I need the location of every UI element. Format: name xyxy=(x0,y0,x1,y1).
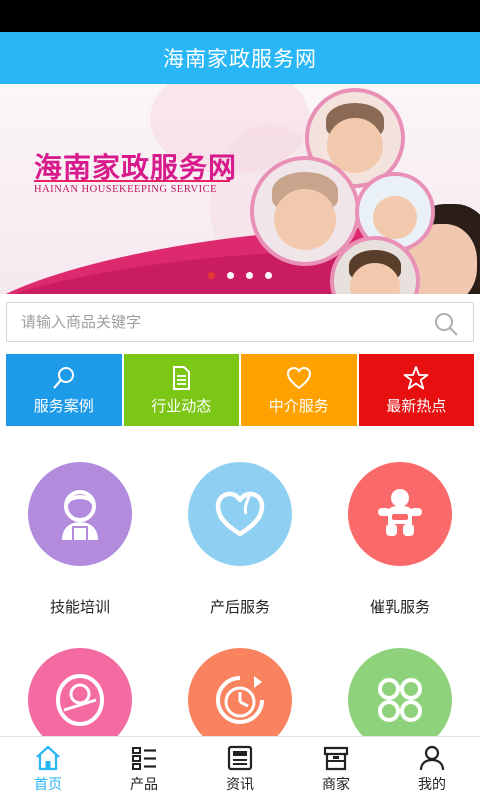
tab-mine[interactable]: 我的 xyxy=(384,737,480,800)
grid-list-icon xyxy=(132,746,156,770)
category-bar: 服务案例 行业动态 中介服务 最新热点 xyxy=(6,354,474,426)
category-label: 服务案例 xyxy=(33,396,94,415)
search-input[interactable] xyxy=(21,313,421,331)
carousel-dot[interactable] xyxy=(265,272,272,279)
tab-label: 首页 xyxy=(34,776,62,793)
tab-home[interactable]: 首页 xyxy=(0,737,96,800)
title-bar: 海南家政服务网 xyxy=(0,32,480,84)
service-skill-training[interactable]: 技能培训 xyxy=(0,462,160,617)
tab-news[interactable]: 资讯 xyxy=(192,737,288,800)
tab-merchants[interactable]: 商家 xyxy=(288,737,384,800)
category-label: 行业动态 xyxy=(151,396,212,415)
banner-subtitle: HAINAN HOUSEKEEPING SERVICE xyxy=(34,184,217,195)
star-icon xyxy=(403,365,429,389)
banner-carousel[interactable]: 海南家政服务网 HAINAN HOUSEKEEPING SERVICE xyxy=(0,84,480,294)
clover-icon xyxy=(378,678,422,722)
banner-divider xyxy=(34,180,230,182)
tab-label: 我的 xyxy=(418,776,446,793)
user-icon xyxy=(419,745,445,770)
carousel-dot[interactable] xyxy=(246,272,253,279)
baby-icon xyxy=(378,489,422,536)
service-lactation[interactable]: 催乳服务 xyxy=(320,462,480,617)
category-latest-hot[interactable]: 最新热点 xyxy=(358,354,474,426)
category-label: 最新热点 xyxy=(386,396,447,415)
search-icon[interactable] xyxy=(433,311,459,337)
carousel-dot[interactable] xyxy=(227,272,234,279)
tab-label: 产品 xyxy=(130,776,158,793)
bottom-tab-bar: 首页 产品 资讯 商家 我的 xyxy=(0,736,480,800)
tab-products[interactable]: 产品 xyxy=(96,737,192,800)
carousel-dot[interactable] xyxy=(208,272,215,279)
tab-label: 商家 xyxy=(322,776,350,793)
carousel-indicator xyxy=(0,272,480,279)
service-label: 产后服务 xyxy=(209,598,270,616)
clock-icon xyxy=(216,676,264,724)
service-icon-circle xyxy=(348,462,452,566)
status-bar xyxy=(0,0,480,32)
service-icon-circle xyxy=(28,462,132,566)
category-industry-news[interactable]: 行业动态 xyxy=(123,354,239,426)
search-bar xyxy=(6,302,474,342)
swaddled-baby-icon xyxy=(55,673,105,727)
service-label: 技能培训 xyxy=(49,598,110,616)
home-icon xyxy=(36,745,60,770)
document-icon xyxy=(173,365,191,390)
page-title: 海南家政服务网 xyxy=(163,47,317,71)
heart-icon xyxy=(215,491,265,537)
category-agency-service[interactable]: 中介服务 xyxy=(241,354,357,426)
category-service-cases[interactable]: 服务案例 xyxy=(6,354,122,426)
heart-icon xyxy=(286,366,311,389)
tab-label: 资讯 xyxy=(226,776,254,793)
store-icon xyxy=(323,746,349,770)
news-icon xyxy=(227,745,253,770)
nanny-icon xyxy=(62,490,98,540)
service-postpartum[interactable]: 产后服务 xyxy=(160,462,320,617)
service-label: 催乳服务 xyxy=(369,598,430,616)
search-icon xyxy=(52,366,74,389)
category-label: 中介服务 xyxy=(268,396,329,415)
service-icon-circle xyxy=(188,462,292,566)
